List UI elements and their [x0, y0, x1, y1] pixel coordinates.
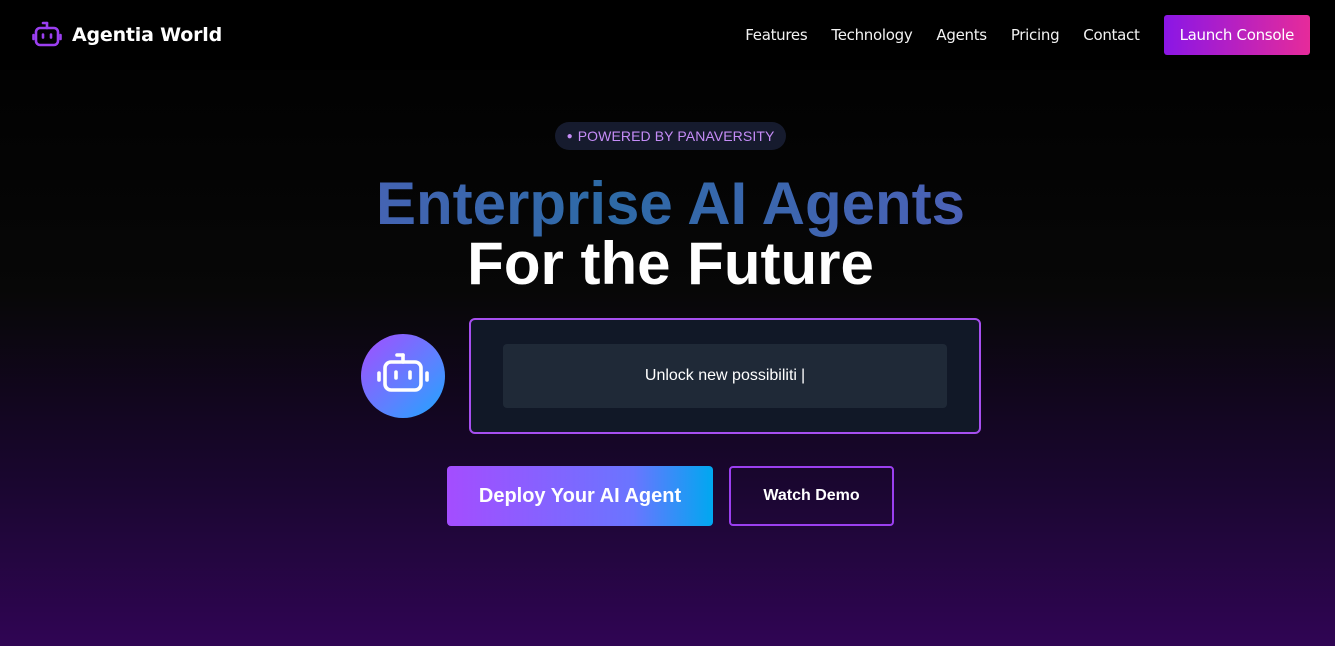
text-cursor: | — [800, 367, 806, 384]
launch-console-button[interactable]: Launch Console — [1163, 15, 1310, 55]
dot-icon: ● — [566, 130, 573, 142]
badge-label: POWERED BY PANAVERSITY — [577, 128, 775, 144]
nav-link-features[interactable]: Features — [745, 26, 807, 44]
hero-headline-line2: For the Future — [467, 230, 874, 297]
hero-headline-line1: Enterprise AI Agents — [0, 170, 1335, 238]
nav-link-pricing[interactable]: Pricing — [1011, 26, 1060, 44]
brand-name: Agentia World — [72, 24, 222, 46]
robot-icon — [375, 352, 431, 401]
typing-text: Unlock new possibiliti — [644, 367, 797, 384]
typing-display-box: Unlock new possibiliti | — [469, 318, 981, 434]
nav-links: Features Technology Agents Pricing Conta… — [721, 15, 1310, 55]
deploy-agent-button[interactable]: Deploy Your AI Agent — [447, 466, 713, 526]
top-navbar: Agentia World Features Technology Agents… — [0, 0, 1335, 70]
nav-link-contact[interactable]: Contact — [1083, 26, 1140, 44]
typing-display: Unlock new possibiliti | — [503, 344, 947, 408]
robot-icon — [32, 21, 62, 49]
powered-by-badge: ● POWERED BY PANAVERSITY — [555, 122, 786, 150]
brand-logo[interactable]: Agentia World — [32, 21, 222, 49]
nav-link-technology[interactable]: Technology — [831, 26, 912, 44]
agent-avatar — [361, 334, 445, 418]
watch-demo-button[interactable]: Watch Demo — [729, 466, 894, 526]
nav-link-agents[interactable]: Agents — [936, 26, 987, 44]
